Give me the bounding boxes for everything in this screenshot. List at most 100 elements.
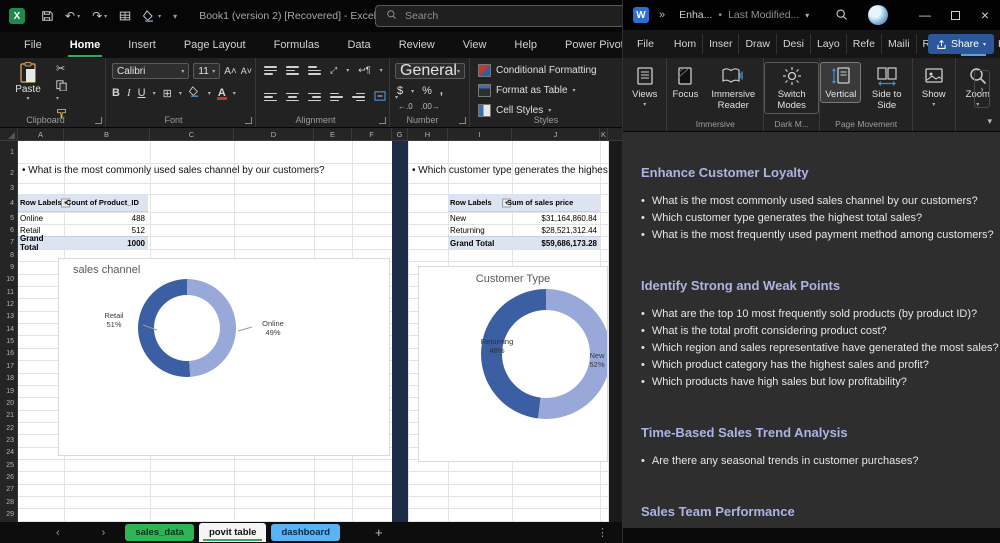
excel-menu-item-home[interactable]: Home [56,34,115,56]
column-header-G[interactable]: G [392,128,408,141]
column-headers[interactable]: ABCDEFGHIJK [0,128,622,141]
undo-icon[interactable]: ↶▾ [65,9,80,23]
increase-indent-icon[interactable] [352,93,365,102]
row-header-8[interactable]: 8 [0,249,17,261]
column-header-B[interactable]: B [64,128,150,141]
fill-color-icon[interactable]: ▾ [143,10,161,22]
copy-icon[interactable]: ▾ [56,80,67,103]
chart-sales-channel[interactable]: sales channel Retail51% Online49% [58,258,390,456]
vertical-button[interactable]: Vertical [820,62,861,103]
search-icon[interactable] [835,8,848,26]
row-header-28[interactable]: 28 [0,496,17,508]
italic-button[interactable]: I [127,87,131,99]
column-header-K[interactable]: K [600,128,608,141]
close-icon[interactable]: × [970,0,1000,30]
row-header-2[interactable]: 2 [0,163,17,183]
maximize-icon[interactable] [940,0,970,30]
align-left-icon[interactable] [264,93,277,102]
align-right-icon[interactable] [308,93,321,102]
alignment-dialog-launcher[interactable] [379,117,386,124]
pivot-table-sales-channel[interactable]: Row Labels▼Count of Product_IDOnline488R… [18,194,148,249]
column-header-A[interactable]: A [18,128,64,141]
increase-decimal-icon[interactable]: ←.0 [398,102,413,111]
font-dialog-launcher[interactable] [245,117,252,124]
decrease-decimal-icon[interactable]: .00→ [421,102,440,111]
font-color-icon[interactable]: A [218,87,226,99]
add-sheet-icon[interactable]: + [375,525,383,540]
row-header-29[interactable]: 29 [0,508,17,520]
tab-scroll-right-icon[interactable]: › [96,527,112,539]
row-header-15[interactable]: 15 [0,335,17,347]
word-menu-item-desi[interactable]: Desi [777,34,811,54]
sheet-tab-povit-table[interactable]: povit table [199,523,267,542]
side-to-side-button[interactable]: Side to Side [861,62,912,114]
row-header-22[interactable]: 22 [0,422,17,434]
cut-icon[interactable]: ✂ [56,62,67,75]
align-top-icon[interactable] [264,66,277,75]
excel-menu-item-insert[interactable]: Insert [114,34,170,56]
row-header-5[interactable]: 5 [0,212,17,224]
excel-menu-item-view[interactable]: View [449,34,501,56]
conditional-formatting-button[interactable]: Conditional Formatting [478,64,597,77]
number-dialog-launcher[interactable] [459,117,466,124]
tab-bar-more-icon[interactable]: ⋮ [597,526,608,539]
views-button[interactable]: Views ▾ [627,62,662,114]
word-menu-item-refe[interactable]: Refe [847,34,882,54]
row-header-27[interactable]: 27 [0,484,17,496]
word-document-page[interactable]: Enhance Customer Loyalty•What is the mos… [623,132,1000,528]
word-menu-item-layo[interactable]: Layo [811,34,847,54]
sheet-tab-sales_data[interactable]: sales_data [125,524,194,541]
clipboard-dialog-launcher[interactable] [95,117,102,124]
align-bottom-icon[interactable] [308,66,321,75]
excel-menu-item-review[interactable]: Review [385,34,449,56]
font-size-select[interactable]: 11▾ [193,63,220,79]
row-header-23[interactable]: 23 [0,434,17,446]
pivot-data-row[interactable]: New$31,164,860.84 [448,212,600,224]
excel-menu-item-file[interactable]: File [10,34,56,56]
align-middle-icon[interactable] [286,66,299,75]
comma-style-icon[interactable]: , [440,85,443,97]
column-header-C[interactable]: C [150,128,234,141]
column-header-D[interactable]: D [234,128,314,141]
row-header-11[interactable]: 11 [0,286,17,298]
customize-qat-icon[interactable]: ▾ [173,12,177,21]
increase-font-icon[interactable]: A˄ [224,66,237,77]
row-header-21[interactable]: 21 [0,410,17,422]
pivot-grand-total-row[interactable]: Grand Total$59,686,173.28 [448,236,600,249]
pivot-grand-total-row[interactable]: Grand Total1000 [18,236,148,249]
align-center-icon[interactable] [286,93,299,102]
decrease-indent-icon[interactable] [330,93,343,102]
row-header-25[interactable]: 25 [0,459,17,471]
donut-sales-channel[interactable] [138,279,236,377]
column-header-H[interactable]: H [408,128,448,141]
font-name-select[interactable]: Calibri▾ [112,63,189,79]
row-header-1[interactable]: 1 [0,141,17,163]
orientation-icon[interactable]: ⤢ [330,65,337,76]
sheet-tab-dashboard[interactable]: dashboard [271,524,340,541]
save-icon[interactable] [41,10,53,22]
row-header-gutter[interactable]: 1234567891011121314151617181920212223242… [0,141,18,522]
row-header-19[interactable]: 19 [0,385,17,397]
chart-customer-type[interactable]: Customer Type Returning48% New52% [418,266,608,462]
switch-modes-button[interactable]: Switch Modes [764,62,819,114]
borders-icon[interactable]: ⊞ [163,87,172,100]
wrap-text-icon[interactable]: ↩¶ [358,65,370,76]
row-header-24[interactable]: 24 [0,447,17,459]
qat-overflow-icon[interactable]: » [659,9,665,21]
word-menu-item-inser[interactable]: Inser [703,34,739,54]
share-button[interactable]: Share ▾ [928,34,994,54]
row-header-10[interactable]: 10 [0,274,17,286]
format-as-table-button[interactable]: Format as Table▾ [478,84,576,97]
row-header-16[interactable]: 16 [0,348,17,360]
tab-scroll-left-icon[interactable]: ‹ [50,527,66,539]
bold-button[interactable]: B [112,87,120,99]
currency-icon[interactable]: $ [397,85,403,97]
show-button[interactable]: Show ▾ [917,62,951,114]
ribbon-more-icon[interactable]: › [974,70,990,108]
word-menu-item-draw[interactable]: Draw [739,34,777,54]
column-header-J[interactable]: J [512,128,600,141]
decrease-font-icon[interactable]: A˅ [241,66,252,76]
row-header-14[interactable]: 14 [0,323,17,335]
row-header-12[interactable]: 12 [0,298,17,310]
focus-button[interactable]: Focus [667,62,703,103]
